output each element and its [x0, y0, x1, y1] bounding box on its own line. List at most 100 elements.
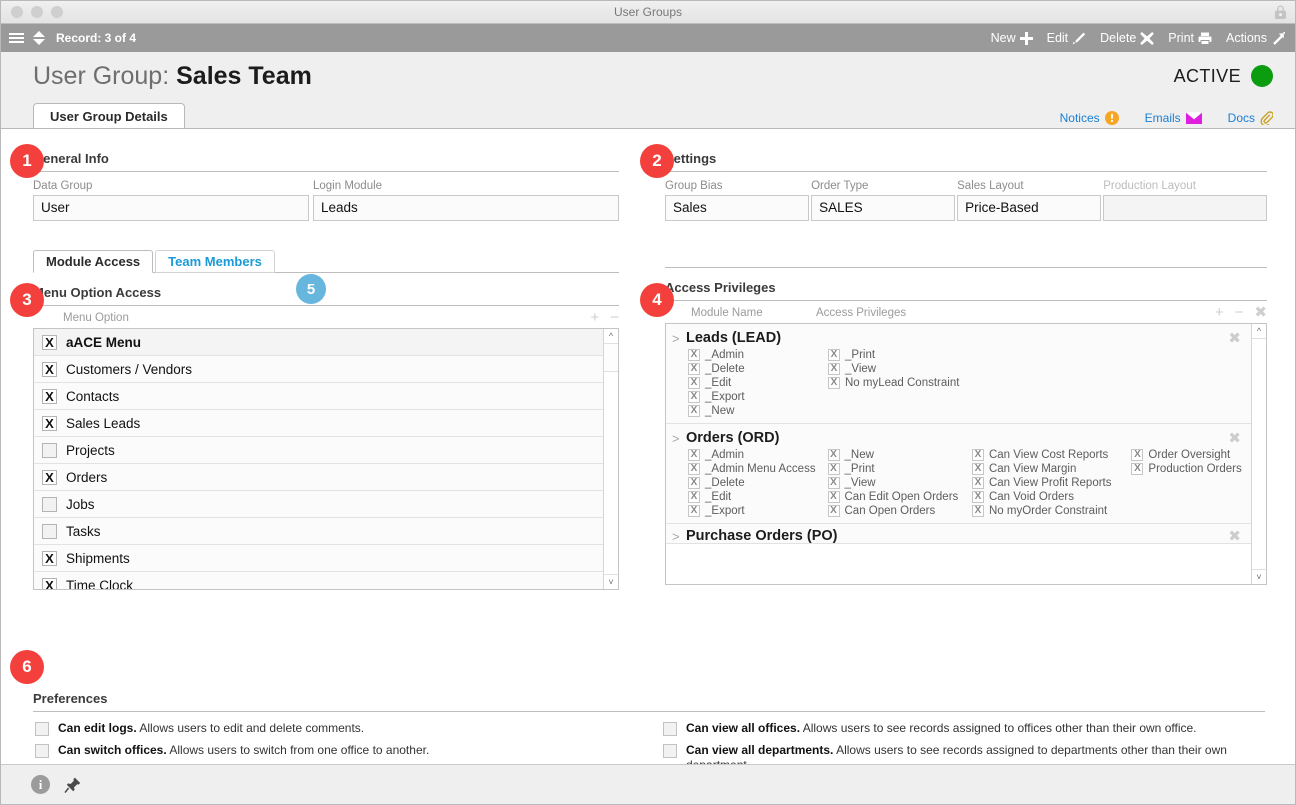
pin-icon[interactable]: [64, 776, 82, 794]
privilege-item[interactable]: X_Admin: [688, 449, 828, 461]
order-type-input[interactable]: SALES: [811, 195, 955, 221]
expand-caret-icon[interactable]: >: [672, 431, 686, 446]
privilege-group-header[interactable]: >Orders (ORD)✖: [666, 424, 1251, 449]
privilege-item[interactable]: XNo myLead Constraint: [828, 377, 973, 389]
privilege-item[interactable]: XOrder Oversight: [1131, 449, 1251, 461]
checkbox-checked-icon[interactable]: X: [688, 363, 700, 375]
privilege-item[interactable]: XNo myOrder Constraint: [972, 505, 1131, 517]
privilege-item[interactable]: X_View: [828, 363, 973, 375]
privilege-group-header[interactable]: >Leads (LEAD)✖: [666, 324, 1251, 349]
checkbox-checked-icon[interactable]: X: [828, 463, 840, 475]
checkbox-checked-icon[interactable]: X: [688, 449, 700, 461]
checkbox-checked-icon[interactable]: X: [972, 477, 984, 489]
login-module-input[interactable]: Leads: [313, 195, 619, 221]
checkbox-checked-icon[interactable]: X: [1131, 449, 1143, 461]
docs-link[interactable]: Docs: [1228, 111, 1273, 125]
checkbox-checked-icon[interactable]: X: [42, 362, 57, 377]
checkbox-checked-icon[interactable]: X: [688, 477, 700, 489]
privilege-group-header[interactable]: >Purchase Orders (PO)✖: [666, 524, 1251, 544]
checkbox-checked-icon[interactable]: X: [688, 463, 700, 475]
checkbox-checked-icon[interactable]: X: [828, 477, 840, 489]
privilege-add-icon[interactable]: +: [1215, 305, 1224, 320]
checkbox-checked-icon[interactable]: X: [972, 505, 984, 517]
edit-button[interactable]: Edit: [1047, 31, 1087, 45]
data-group-input[interactable]: User: [33, 195, 309, 221]
scroll-down-arrow-icon[interactable]: ˅: [604, 574, 618, 589]
privilege-item[interactable]: X_New: [688, 405, 828, 417]
checkbox-checked-icon[interactable]: X: [688, 491, 700, 503]
menu-option-row[interactable]: XOrders: [34, 464, 603, 491]
privilege-item[interactable]: XCan Open Orders: [828, 505, 972, 517]
checkbox-checked-icon[interactable]: X: [828, 449, 840, 461]
privilege-group-remove-icon[interactable]: ✖: [1228, 329, 1247, 347]
checkbox-checked-icon[interactable]: X: [828, 349, 840, 361]
actions-button[interactable]: Actions: [1226, 31, 1285, 45]
privilege-item[interactable]: X_Print: [828, 349, 973, 361]
privilege-item[interactable]: X_Admin Menu Access: [688, 463, 828, 475]
expand-caret-icon[interactable]: >: [672, 529, 686, 544]
checkbox-checked-icon[interactable]: X: [42, 551, 57, 566]
privilege-item[interactable]: X_New: [828, 449, 972, 461]
privilege-item[interactable]: XProduction Orders: [1131, 463, 1251, 475]
menu-option-scrollbar[interactable]: ^ ˅: [603, 329, 618, 589]
privilege-group-remove-icon[interactable]: ✖: [1228, 429, 1247, 447]
privilege-clear-icon[interactable]: ✖: [1254, 305, 1267, 320]
menu-option-remove-icon[interactable]: −: [610, 310, 619, 325]
notices-link[interactable]: Notices: [1060, 111, 1119, 125]
privilege-item[interactable]: X_Edit: [688, 377, 828, 389]
record-navigation-icon[interactable]: [33, 31, 45, 45]
info-icon[interactable]: i: [31, 775, 50, 794]
privilege-item[interactable]: X_Delete: [688, 363, 828, 375]
scrollbar-track[interactable]: [604, 372, 618, 574]
sales-layout-input[interactable]: Price-Based: [957, 195, 1101, 221]
privilege-remove-icon[interactable]: −: [1235, 305, 1244, 320]
checkbox-checked-icon[interactable]: X: [42, 470, 57, 485]
new-button[interactable]: New: [991, 31, 1033, 45]
privilege-item[interactable]: XCan Void Orders: [972, 491, 1131, 503]
privilege-item[interactable]: X_Delete: [688, 477, 828, 489]
checkbox-checked-icon[interactable]: X: [972, 449, 984, 461]
delete-button[interactable]: Delete: [1100, 31, 1154, 45]
access-privileges-scrollbar[interactable]: ^ ˅: [1251, 324, 1266, 584]
tab-user-group-details[interactable]: User Group Details: [33, 103, 185, 128]
privilege-item[interactable]: XCan View Margin: [972, 463, 1131, 475]
checkbox-unchecked-icon[interactable]: [35, 744, 49, 758]
emails-link[interactable]: Emails: [1145, 111, 1202, 125]
checkbox-checked-icon[interactable]: X: [688, 391, 700, 403]
menu-option-row[interactable]: XTime Clock: [34, 572, 603, 590]
production-layout-input[interactable]: [1103, 195, 1267, 221]
menu-option-row[interactable]: XCustomers / Vendors: [34, 356, 603, 383]
expand-caret-icon[interactable]: >: [672, 331, 686, 346]
checkbox-unchecked-icon[interactable]: X: [42, 443, 57, 458]
priv-scroll-down-arrow-icon[interactable]: ˅: [1252, 569, 1266, 584]
privilege-item[interactable]: XCan View Cost Reports: [972, 449, 1131, 461]
checkbox-checked-icon[interactable]: X: [972, 463, 984, 475]
priv-scrollbar-track[interactable]: [1252, 339, 1266, 569]
checkbox-checked-icon[interactable]: X: [1131, 463, 1143, 475]
checkbox-checked-icon[interactable]: X: [42, 335, 57, 350]
checkbox-checked-icon[interactable]: X: [828, 491, 840, 503]
privilege-item[interactable]: XCan View Profit Reports: [972, 477, 1131, 489]
checkbox-checked-icon[interactable]: X: [688, 405, 700, 417]
hamburger-menu-icon[interactable]: [9, 33, 24, 43]
checkbox-checked-icon[interactable]: X: [42, 389, 57, 404]
tab-team-members[interactable]: Team Members: [155, 250, 275, 273]
menu-option-row[interactable]: XaACE Menu: [34, 329, 603, 356]
scrollbar-thumb[interactable]: [604, 344, 618, 372]
checkbox-unchecked-icon[interactable]: [663, 722, 677, 736]
privilege-item[interactable]: X_Export: [688, 391, 828, 403]
menu-option-row[interactable]: XTasks: [34, 518, 603, 545]
privilege-item[interactable]: X_Admin: [688, 349, 828, 361]
privilege-item[interactable]: X_View: [828, 477, 972, 489]
privilege-item[interactable]: X_Edit: [688, 491, 828, 503]
privilege-item[interactable]: XCan Edit Open Orders: [828, 491, 972, 503]
privilege-item[interactable]: X_Export: [688, 505, 828, 517]
checkbox-checked-icon[interactable]: X: [42, 416, 57, 431]
menu-option-row[interactable]: XSales Leads: [34, 410, 603, 437]
scroll-up-arrow-icon[interactable]: ^: [604, 329, 618, 344]
menu-option-row[interactable]: XContacts: [34, 383, 603, 410]
print-button[interactable]: Print: [1168, 31, 1212, 45]
menu-option-add-icon[interactable]: +: [590, 310, 599, 325]
privilege-item[interactable]: X_Print: [828, 463, 972, 475]
menu-option-row[interactable]: XShipments: [34, 545, 603, 572]
